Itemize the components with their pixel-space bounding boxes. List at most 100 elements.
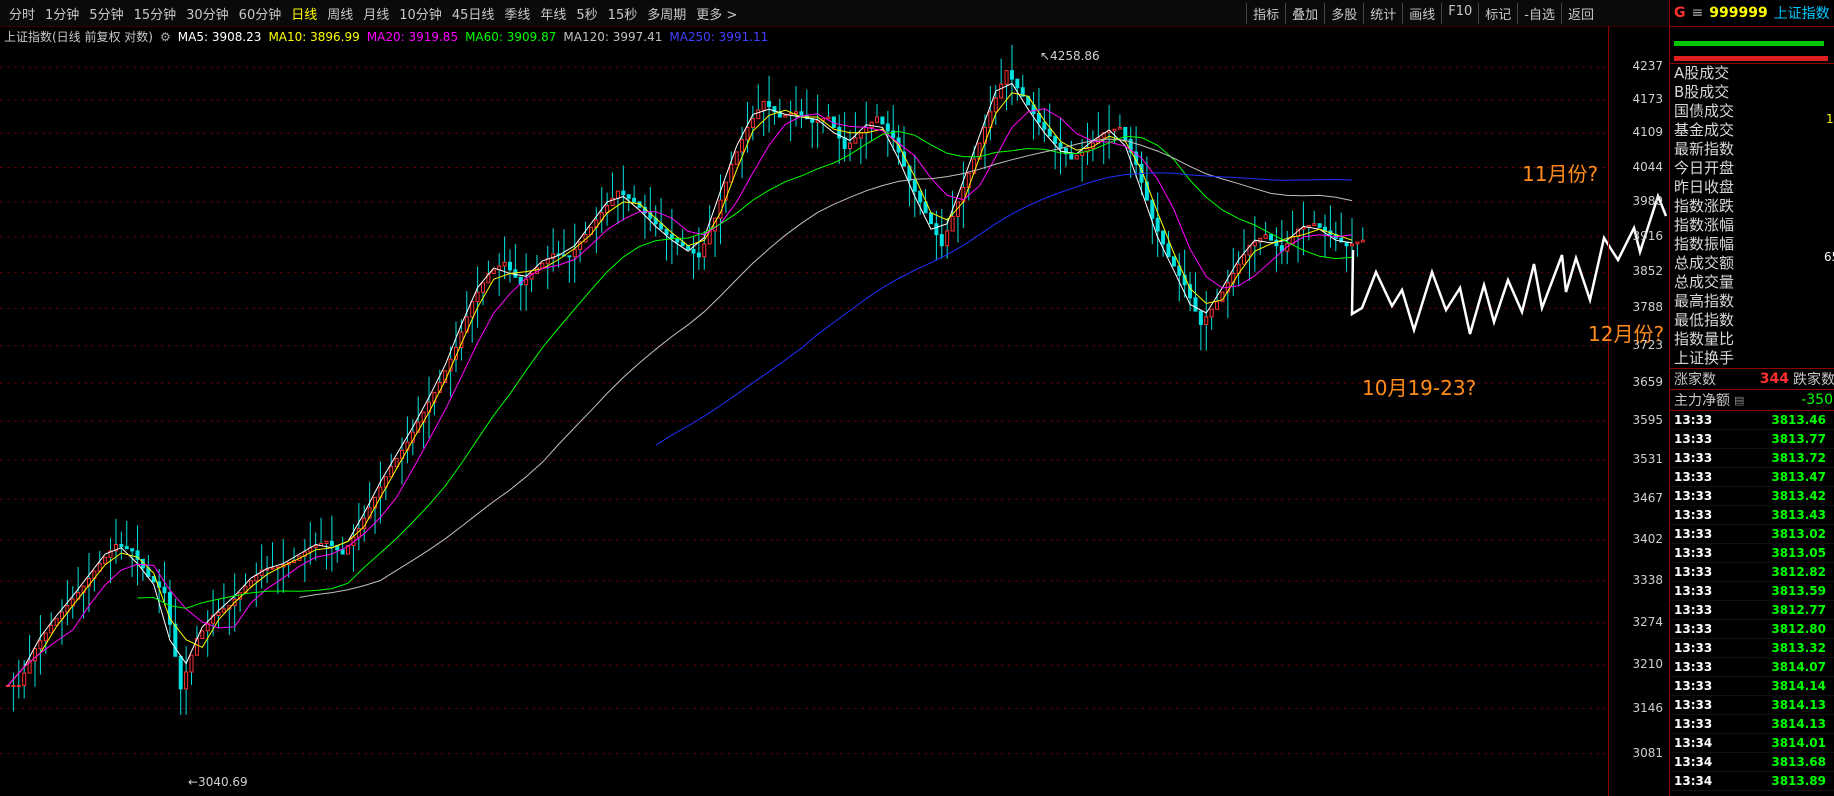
tick-row: 13:33 3814.13 bbox=[1670, 696, 1834, 715]
tick-time: 13:33 bbox=[1674, 470, 1713, 484]
candle-body bbox=[794, 111, 799, 115]
ma-line-MA250 bbox=[655, 172, 1353, 446]
tab-period-8[interactable]: 月线 bbox=[358, 4, 394, 23]
y-tick-label: 3146 bbox=[1632, 700, 1663, 715]
candle-body bbox=[1042, 121, 1047, 130]
tick-price: 3813.47 bbox=[1771, 470, 1826, 484]
candle-body bbox=[756, 109, 761, 120]
tool-button-3[interactable]: 统计 bbox=[1363, 3, 1402, 24]
tick-row: 13:33 3812.80 bbox=[1670, 620, 1834, 639]
candle-body bbox=[880, 116, 885, 125]
mark-badge: G bbox=[1674, 5, 1686, 21]
tool-button-6[interactable]: 标记 bbox=[1478, 3, 1517, 24]
side-value-2: 65 bbox=[1824, 250, 1834, 264]
candle-body bbox=[1155, 217, 1160, 232]
candle-body bbox=[939, 234, 944, 247]
candle-body bbox=[324, 540, 329, 544]
candle-body bbox=[783, 114, 788, 118]
y-tick-label: 3467 bbox=[1632, 491, 1663, 506]
tool-button-4[interactable]: 画线 bbox=[1402, 3, 1441, 24]
tab-period-12[interactable]: 年线 bbox=[535, 4, 571, 23]
candle-body bbox=[950, 215, 955, 232]
candle-body bbox=[507, 261, 512, 271]
stat-label-0: A股成交 bbox=[1674, 64, 1730, 82]
candle-body bbox=[567, 255, 572, 258]
y-tick-label: 3916 bbox=[1632, 228, 1663, 243]
tick-row: 13:33 3814.14 bbox=[1670, 677, 1834, 696]
tab-period-5[interactable]: 60分钟 bbox=[234, 4, 287, 23]
y-tick-label: 3659 bbox=[1632, 375, 1663, 390]
candle-body bbox=[761, 100, 766, 111]
candle-body bbox=[103, 556, 108, 565]
menu-icon[interactable]: ≡ bbox=[1692, 5, 1704, 21]
candle-body bbox=[340, 549, 345, 555]
stat-label-7: 指数涨跌 bbox=[1674, 197, 1735, 215]
tab-period-9[interactable]: 10分钟 bbox=[394, 4, 447, 23]
candle-body bbox=[1161, 230, 1166, 245]
candle-body bbox=[875, 116, 880, 123]
tick-time: 13:33 bbox=[1674, 641, 1713, 655]
tab-period-15[interactable]: 多周期 bbox=[642, 4, 691, 23]
candle-body bbox=[745, 126, 750, 141]
up-label: 涨家数 bbox=[1674, 372, 1716, 388]
candle-body bbox=[767, 100, 772, 108]
list-icon[interactable]: ▤ bbox=[1734, 394, 1744, 407]
candle-body bbox=[853, 137, 858, 144]
tick-price: 3813.42 bbox=[1771, 489, 1826, 503]
tab-period-6[interactable]: 日线 bbox=[286, 4, 322, 23]
tab-period-13[interactable]: 5秒 bbox=[571, 4, 602, 23]
stock-name: 上证指数 bbox=[1773, 6, 1830, 22]
tab-period-3[interactable]: 15分钟 bbox=[129, 4, 182, 23]
tool-button-1[interactable]: 叠加 bbox=[1285, 3, 1324, 24]
tab-period-0[interactable]: 分时 bbox=[4, 4, 40, 23]
candle-body bbox=[1360, 239, 1365, 243]
tick-row: 13:33 3813.47 bbox=[1670, 468, 1834, 487]
tool-button-0[interactable]: 指标 bbox=[1246, 3, 1285, 24]
price-axis: 4237 4173 4109 4044 3980 3916 3852 3788 3723 3659… bbox=[1608, 26, 1669, 796]
tab-period-2[interactable]: 5分钟 bbox=[84, 4, 128, 23]
tool-buttons: 指标 叠加 多股 统计 画线 F10 标记 -自选 返回 bbox=[1246, 3, 1600, 24]
candle-body bbox=[729, 163, 734, 183]
kline-chart[interactable]: ↖4258.86 ←3040.69 bbox=[0, 26, 1668, 796]
tick-price: 3814.01 bbox=[1771, 736, 1826, 750]
tab-period-4[interactable]: 30分钟 bbox=[181, 4, 234, 23]
stat-label-1: B股成交 bbox=[1674, 83, 1730, 101]
annotation-oct: 10月19-23? bbox=[1362, 376, 1477, 400]
candle-body bbox=[1198, 310, 1203, 325]
tab-period-10[interactable]: 45日线 bbox=[447, 4, 500, 23]
tab-period-16[interactable]: 更多 > bbox=[691, 4, 742, 23]
candle-body bbox=[1150, 199, 1155, 219]
tick-price: 3812.77 bbox=[1771, 603, 1826, 617]
candle-body bbox=[270, 567, 275, 570]
y-tick-label: 4173 bbox=[1632, 91, 1663, 106]
tab-period-14[interactable]: 15秒 bbox=[603, 4, 643, 23]
tool-button-7[interactable]: -自选 bbox=[1517, 3, 1561, 24]
tick-time: 13:33 bbox=[1674, 679, 1713, 693]
tick-row: 13:34 3813.68 bbox=[1670, 753, 1834, 772]
tick-list[interactable]: 13:33 3813.46 13:33 3813.77 13:33 3813.72 13:3… bbox=[1670, 411, 1834, 791]
tool-button-2[interactable]: 多股 bbox=[1324, 3, 1363, 24]
ma-line-MA10 bbox=[7, 92, 1353, 686]
y-tick-label: 3081 bbox=[1632, 745, 1663, 760]
tick-price: 3814.13 bbox=[1771, 717, 1826, 731]
candle-body bbox=[885, 123, 890, 132]
tick-time: 13:33 bbox=[1674, 413, 1713, 427]
tool-button-8[interactable]: 返回 bbox=[1560, 3, 1600, 24]
candle-body bbox=[918, 190, 923, 203]
candle-body bbox=[43, 632, 48, 642]
candle-body bbox=[1171, 256, 1176, 267]
tab-period-7[interactable]: 周线 bbox=[322, 4, 358, 23]
candle-body bbox=[572, 248, 577, 258]
tool-button-5[interactable]: F10 bbox=[1441, 3, 1478, 24]
tab-period-11[interactable]: 季线 bbox=[499, 4, 535, 23]
tick-row: 13:34 3813.89 bbox=[1670, 772, 1834, 791]
candle-body bbox=[1112, 128, 1117, 132]
candle-body bbox=[49, 624, 54, 634]
quote-header[interactable]: G ≡ 999999 上证指数 bbox=[1670, 0, 1834, 27]
tick-price: 3813.77 bbox=[1771, 432, 1826, 446]
y-tick-label: 3402 bbox=[1632, 532, 1663, 547]
tick-time: 13:33 bbox=[1674, 660, 1713, 674]
tick-price: 3812.80 bbox=[1771, 622, 1826, 636]
candle-body bbox=[1209, 308, 1214, 318]
tab-period-1[interactable]: 1分钟 bbox=[40, 4, 84, 23]
